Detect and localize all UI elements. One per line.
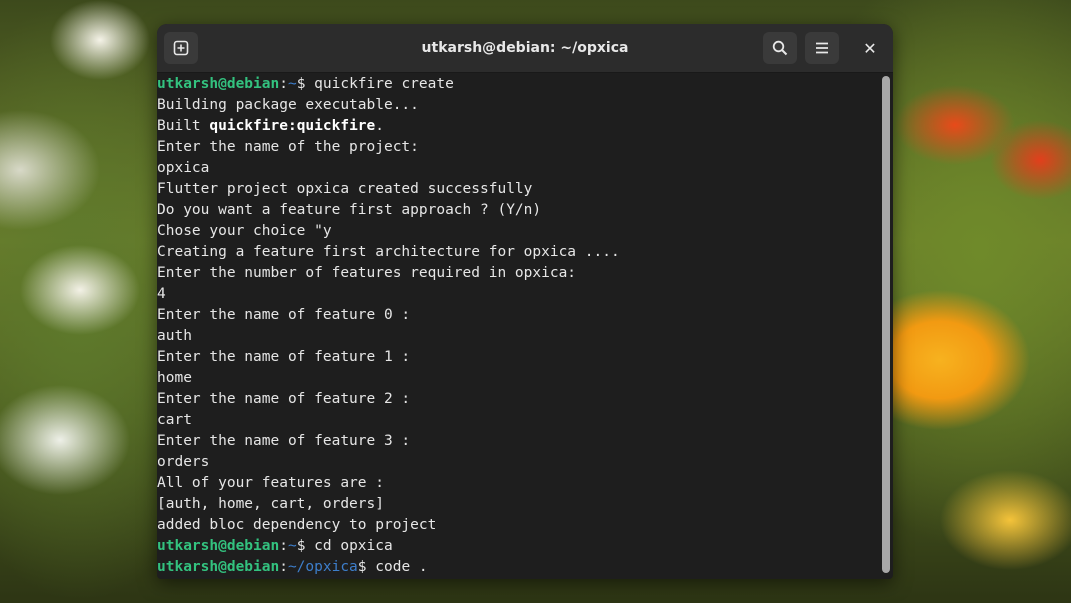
output-text: added bloc dependency to project <box>157 517 437 533</box>
terminal-window: utkarsh@debian: ~/opxica ✕ utkarsh@debia… <box>157 24 893 579</box>
prompt-user: utkarsh@debian <box>157 538 280 554</box>
prompt-separator: : <box>279 559 288 575</box>
output-text: Creating a feature first architecture fo… <box>157 244 620 260</box>
output-text: Chose your choice "y <box>157 223 332 239</box>
scrollbar[interactable] <box>882 76 890 573</box>
output-line: Chose your choice "y <box>157 221 879 242</box>
output-line: All of your features are : <box>157 473 879 494</box>
output-line: Creating a feature first architecture fo… <box>157 242 879 263</box>
close-icon: ✕ <box>863 38 877 58</box>
output-text: [auth, home, cart, orders] <box>157 496 384 512</box>
close-button[interactable]: ✕ <box>853 32 887 64</box>
terminal-output[interactable]: utkarsh@debian:~$ quickfire create Buildi… <box>157 73 879 579</box>
output-text: auth <box>157 328 192 344</box>
prompt-symbol: $ <box>296 76 315 92</box>
output-line: opxica <box>157 158 879 179</box>
output-line: Enter the name of the project: <box>157 137 879 158</box>
output-text: opxica <box>157 160 210 176</box>
output-text: Built <box>157 118 210 134</box>
prompt-user: utkarsh@debian <box>157 76 280 92</box>
output-line: Enter the name of feature 0 : <box>157 305 879 326</box>
output-text: Enter the name of the project: <box>157 139 419 155</box>
search-button[interactable] <box>763 32 797 64</box>
command-text: cd opxica <box>314 538 393 554</box>
output-line: Enter the name of feature 1 : <box>157 347 879 368</box>
prompt-line: utkarsh@debian:~/opxica$ code . <box>157 557 879 578</box>
output-text: Enter the number of features required in… <box>157 265 577 281</box>
output-text: Enter the name of feature 2 : <box>157 391 411 407</box>
output-line: home <box>157 368 879 389</box>
output-line: Do you want a feature first approach ? (… <box>157 200 879 221</box>
main-menu-button[interactable] <box>805 32 839 64</box>
prompt-path: ~ <box>287 76 297 92</box>
header-bar: utkarsh@debian: ~/opxica ✕ <box>157 24 893 73</box>
prompt-symbol: $ <box>357 559 376 575</box>
output-line: Built quickfire:quickfire. <box>157 116 879 137</box>
output-text: Building package executable... <box>157 97 419 113</box>
output-text: 4 <box>157 286 166 302</box>
output-text: Do you want a feature first approach ? (… <box>157 202 542 218</box>
output-text: . <box>375 118 384 134</box>
prompt-line: utkarsh@debian:~$ quickfire create <box>157 74 879 95</box>
scrollbar-thumb[interactable] <box>882 76 890 573</box>
output-line: Building package executable... <box>157 95 879 116</box>
output-text: All of your features are : <box>157 475 384 491</box>
output-line: Enter the name of feature 2 : <box>157 389 879 410</box>
output-text: orders <box>157 454 210 470</box>
output-line: cart <box>157 410 879 431</box>
output-line: Flutter project opxica created successfu… <box>157 179 879 200</box>
prompt-path: ~ <box>287 538 297 554</box>
output-line: Enter the number of features required in… <box>157 263 879 284</box>
output-line: auth <box>157 326 879 347</box>
output-line: [auth, home, cart, orders] <box>157 494 879 515</box>
output-line: orders <box>157 452 879 473</box>
prompt-line: utkarsh@debian:~$ cd opxica <box>157 536 879 557</box>
prompt-symbol: $ <box>296 538 315 554</box>
output-text: Enter the name of feature 3 : <box>157 433 411 449</box>
output-text: Flutter project opxica created successfu… <box>157 181 533 197</box>
package-name: quickfire:quickfire <box>209 118 376 134</box>
output-line: added bloc dependency to project <box>157 515 879 536</box>
prompt-path: ~/opxica <box>287 559 358 575</box>
prompt-separator: : <box>279 76 288 92</box>
command-text: code . <box>375 559 428 575</box>
prompt-separator: : <box>279 538 288 554</box>
output-text: Enter the name of feature 1 : <box>157 349 411 365</box>
output-text: home <box>157 370 192 386</box>
output-text: Enter the name of feature 0 : <box>157 307 411 323</box>
hamburger-menu-icon <box>816 42 828 54</box>
search-icon <box>772 40 788 56</box>
output-line: Enter the name of feature 3 : <box>157 431 879 452</box>
output-line: 4 <box>157 284 879 305</box>
command-text: quickfire create <box>314 76 454 92</box>
prompt-user: utkarsh@debian <box>157 559 280 575</box>
output-text: cart <box>157 412 192 428</box>
